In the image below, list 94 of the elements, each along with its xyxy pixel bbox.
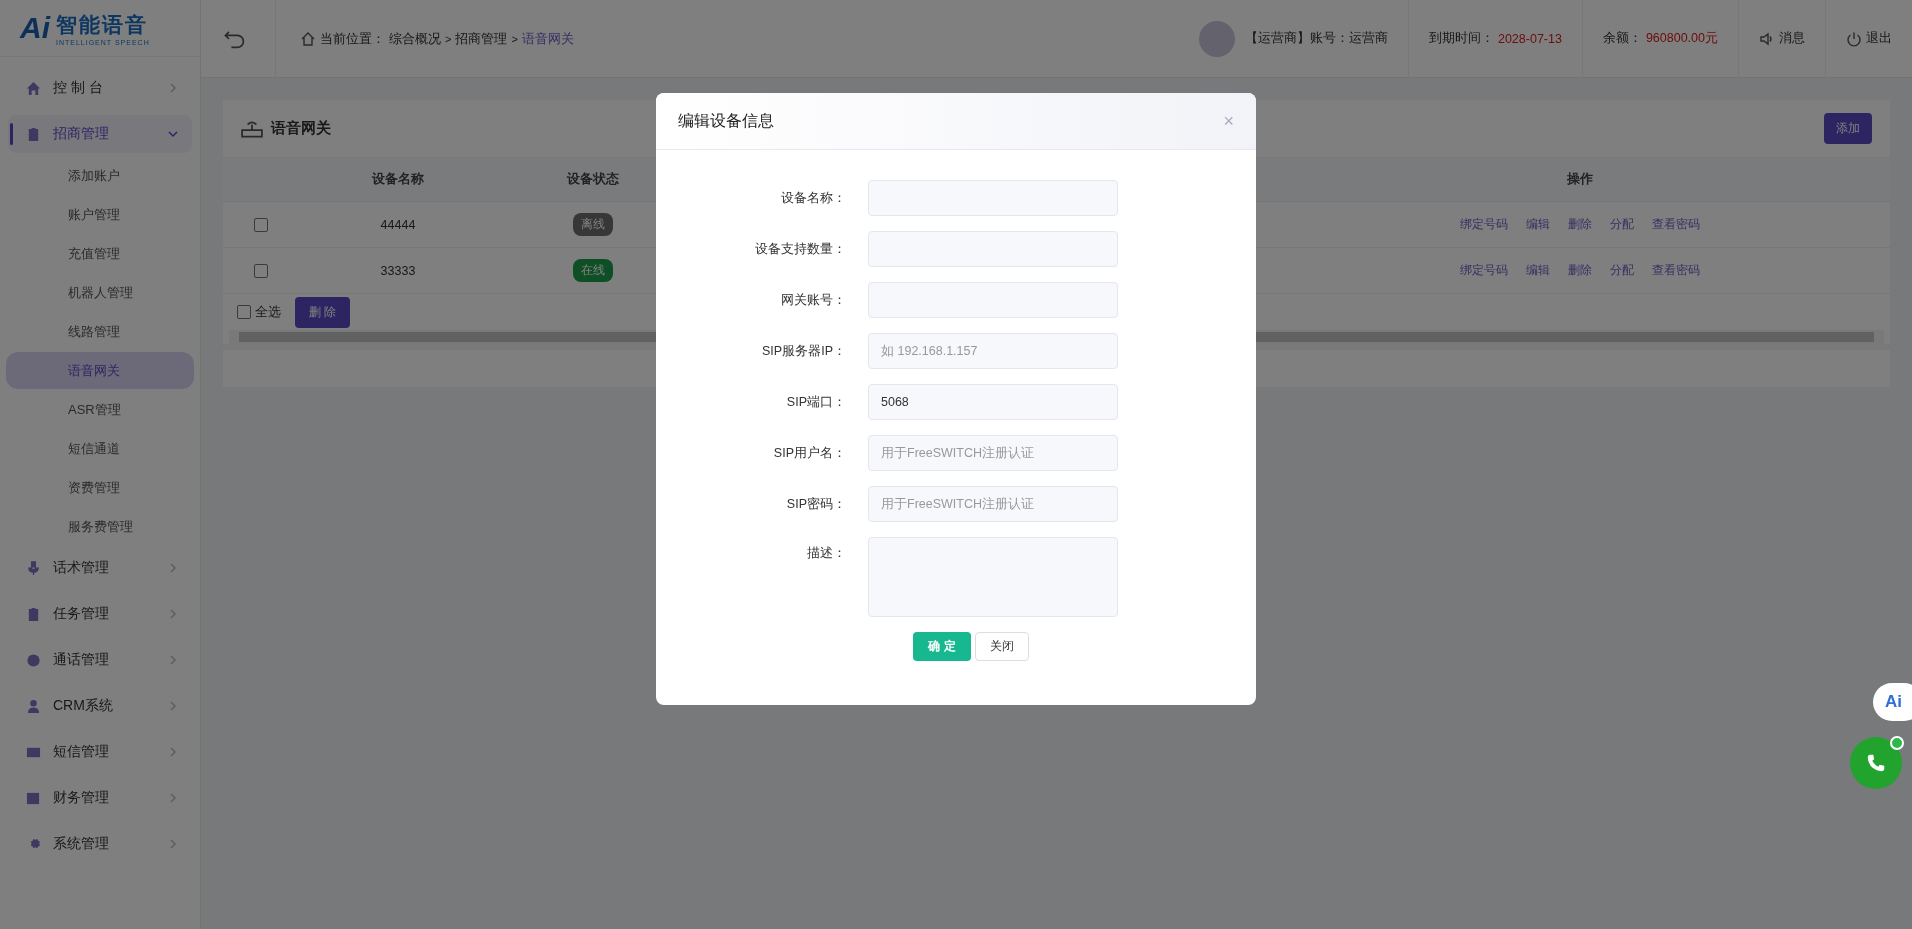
sidebar-subitem[interactable]: 线路管理 (6, 313, 194, 350)
sidebar-subitem[interactable]: 机器人管理 (6, 274, 194, 311)
select-all-checkbox[interactable] (237, 305, 251, 319)
chevron-icon (168, 747, 178, 757)
status-dot (1890, 736, 1904, 750)
breadcrumb-link[interactable]: 招商管理 (455, 29, 508, 48)
action-link[interactable]: 编辑 (1526, 216, 1550, 233)
sidebar-subitem[interactable]: ASR管理 (6, 391, 194, 428)
phone-icon (1865, 752, 1887, 774)
avatar (1198, 20, 1235, 57)
sidebar-subitem[interactable]: 语音网关 (6, 352, 194, 389)
input-field[interactable] (868, 180, 1118, 216)
action-link[interactable]: 删除 (1568, 216, 1592, 233)
sidebar-item[interactable]: 控 制 台 (8, 69, 192, 107)
expiry-date: 2028-07-13 (1497, 31, 1562, 46)
action-link[interactable]: 删除 (1568, 262, 1592, 279)
breadcrumb-link[interactable]: 语音网关 (521, 29, 574, 48)
sidebar-subitem[interactable]: 服务费管理 (6, 508, 194, 545)
table-cell-text: 33333 (379, 263, 417, 278)
account-text: 【运营商】账号：运营商 (1244, 30, 1388, 47)
messages-link[interactable]: 消息 (1738, 0, 1825, 77)
sidebar-item[interactable]: 短信管理 (8, 733, 192, 771)
breadcrumb-separator: > (445, 32, 452, 45)
confirm-button[interactable]: 确 定 (913, 632, 971, 661)
sidebar-subitem[interactable]: 短信通道 (6, 430, 194, 467)
status-tag: 在线 (573, 259, 613, 282)
field-label: SIP用户名： (772, 444, 846, 462)
delete-button[interactable]: 删 除 (295, 296, 351, 328)
input-field[interactable]: 用于FreeSWITCH注册认证 (868, 486, 1118, 522)
sidebar-item[interactable]: 招商管理 (8, 115, 192, 153)
sidebar-item[interactable]: 通话管理 (8, 641, 192, 679)
sidebar-subitem[interactable]: 充值管理 (6, 235, 194, 272)
action-link[interactable]: 编辑 (1526, 262, 1550, 279)
select-all-label: 全选 (255, 303, 281, 321)
balance-label: 余额： (1602, 30, 1642, 47)
dialog-title: 编辑设备信息 (678, 110, 774, 131)
sidebar-item[interactable]: CRM系统 (8, 687, 192, 725)
chevron-icon (168, 609, 178, 619)
field-label: SIP密码： (785, 495, 846, 513)
chevron-icon (168, 655, 178, 665)
action-link[interactable]: 查看密码 (1652, 262, 1700, 279)
phone-button[interactable] (1850, 737, 1902, 789)
row-checkbox[interactable] (253, 263, 268, 278)
action-link[interactable]: 分配 (1610, 216, 1634, 233)
input-field[interactable] (868, 282, 1118, 318)
action-link[interactable]: 绑定号码 (1460, 262, 1508, 279)
input-field[interactable]: 用于FreeSWITCH注册认证 (868, 435, 1118, 471)
field-label: 设备名称： (780, 189, 846, 207)
speaker-icon (1759, 30, 1775, 47)
panel-title: 语音网关 (271, 119, 331, 138)
power-icon (1846, 30, 1862, 47)
add-button[interactable]: 添加 (1824, 113, 1872, 144)
sidebar-item[interactable]: 系统管理 (8, 825, 192, 863)
breadcrumb-link[interactable]: 综合概况 (389, 29, 441, 48)
sidebar-item[interactable]: 任务管理 (8, 595, 192, 633)
sidebar-item[interactable]: 话术管理 (8, 549, 192, 587)
sidebar-subitem[interactable]: 添加账户 (6, 157, 194, 194)
sidebar-subitem[interactable]: 资费管理 (6, 469, 194, 506)
sidebar-subitem[interactable]: 账户管理 (6, 196, 194, 233)
home-icon (300, 30, 316, 47)
field-label: SIP服务器IP： (761, 342, 846, 360)
column-header: 操作 (1566, 171, 1594, 188)
action-link[interactable]: 绑定号码 (1460, 216, 1508, 233)
input-field[interactable]: 5068 (868, 384, 1118, 420)
action-link[interactable]: 查看密码 (1652, 216, 1700, 233)
chevron-icon (168, 701, 178, 711)
sidebar-item[interactable]: 财务管理 (8, 779, 192, 817)
status-tag: 离线 (573, 213, 613, 236)
assistant-badge[interactable]: Ai (1873, 683, 1912, 721)
column-header: 设备状态 (566, 171, 620, 188)
chevron-icon (168, 83, 178, 93)
expiry-label: 到期时间： (1428, 30, 1494, 47)
close-button[interactable]: × (1223, 110, 1234, 132)
router-icon (241, 119, 263, 138)
chevron-icon (168, 563, 178, 573)
field-label: SIP端口： (785, 393, 846, 411)
field-label: 描述： (806, 545, 846, 562)
input-field[interactable]: 如 192.168.1.157 (868, 333, 1118, 369)
field-label: 网关账号： (780, 291, 846, 309)
close-dialog-button[interactable]: 关闭 (975, 632, 1029, 661)
row-checkbox[interactable] (253, 217, 268, 232)
table-cell-text: 44444 (379, 217, 417, 232)
column-header: 设备名称 (371, 171, 425, 188)
textarea-field[interactable] (868, 537, 1118, 617)
breadcrumb-label: 当前位置： (320, 29, 385, 48)
chevron-icon (168, 793, 178, 803)
logout-link[interactable]: 退出 (1825, 0, 1912, 77)
balance-value: 960800.00元 (1645, 30, 1718, 47)
chevron-icon (168, 839, 178, 849)
action-link[interactable]: 分配 (1610, 262, 1634, 279)
input-field[interactable] (868, 231, 1118, 267)
breadcrumb-separator: > (511, 32, 518, 45)
field-label: 设备支持数量： (754, 240, 846, 258)
chevron-icon (168, 129, 178, 139)
